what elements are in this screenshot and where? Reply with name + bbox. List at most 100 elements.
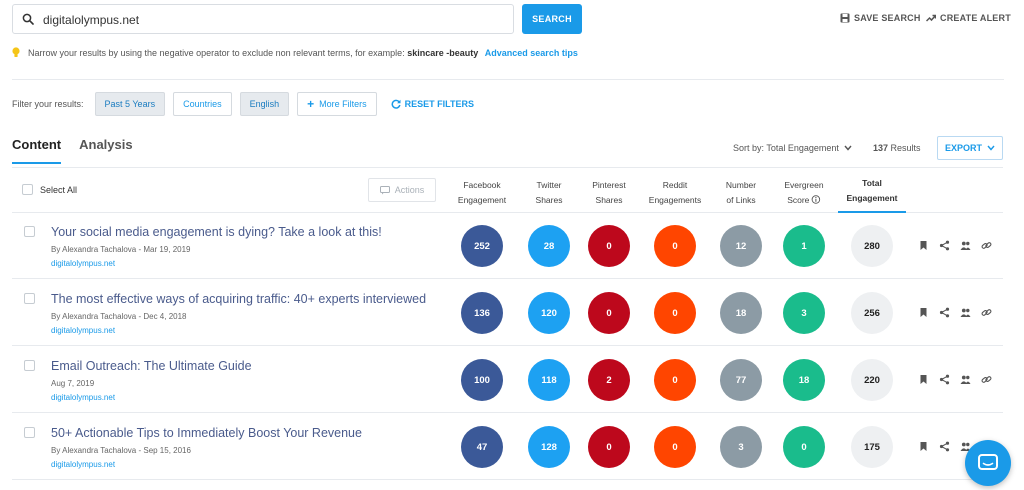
article-title-link[interactable]: Your social media engagement is dying? T… xyxy=(51,225,382,239)
plus-icon: + xyxy=(307,97,315,111)
article-domain-link[interactable]: digitalolympus.net xyxy=(51,259,115,268)
col-reddit-l2: Engagements xyxy=(648,195,702,205)
pinterest-value-bubble: 0 xyxy=(588,225,630,267)
pinterest-value-bubble: 2 xyxy=(588,359,630,401)
export-button[interactable]: EXPORT xyxy=(937,136,1003,160)
links-value-bubble[interactable]: 3 xyxy=(720,426,762,468)
results-label: Results xyxy=(890,143,921,153)
sort-dropdown[interactable]: Sort by: Total Engagement xyxy=(733,143,852,153)
row-checkbox[interactable] xyxy=(24,226,35,237)
create-alert-label: CREATE ALERT xyxy=(940,13,1011,23)
bookmark-icon[interactable] xyxy=(918,441,929,452)
actions-button[interactable]: Actions xyxy=(368,178,436,202)
search-input[interactable] xyxy=(43,11,503,29)
reset-filters-label: RESET FILTERS xyxy=(404,99,475,109)
results-count: 137 Results xyxy=(873,143,921,153)
column-facebook[interactable]: Facebook Engagement xyxy=(458,178,506,208)
share-icon[interactable] xyxy=(939,374,950,385)
article-domain-link[interactable]: digitalolympus.net xyxy=(51,460,115,469)
total-value-bubble: 280 xyxy=(851,225,893,267)
link-icon[interactable] xyxy=(981,374,992,385)
bookmark-icon[interactable] xyxy=(918,240,929,251)
row-checkbox[interactable] xyxy=(24,293,35,304)
column-links[interactable]: Number of Links xyxy=(726,178,756,208)
tab-analysis[interactable]: Analysis xyxy=(79,137,132,164)
column-total[interactable]: Total Engagement xyxy=(846,176,897,206)
tab-content[interactable]: Content xyxy=(12,137,62,164)
filter-bar: Filter your results: Past 5 Years Countr… xyxy=(12,92,474,116)
col-reddit-l1: Reddit xyxy=(662,180,688,190)
create-alert-button[interactable]: CREATE ALERT xyxy=(926,13,1011,23)
column-twitter[interactable]: Twitter Shares xyxy=(536,178,563,208)
chat-button[interactable] xyxy=(965,440,1011,486)
article-domain-link[interactable]: digitalolympus.net xyxy=(51,326,115,335)
advanced-search-tips-link[interactable]: Advanced search tips xyxy=(485,48,578,58)
tab-bar: Content Analysis xyxy=(12,137,133,164)
info-icon[interactable] xyxy=(812,195,821,204)
share-icon[interactable] xyxy=(939,441,950,452)
share-icon[interactable] xyxy=(939,240,950,251)
column-reddit[interactable]: Reddit Engagements xyxy=(649,178,701,208)
search-box[interactable] xyxy=(12,4,514,34)
evergreen-value-bubble: 0 xyxy=(783,426,825,468)
links-value-bubble[interactable]: 77 xyxy=(720,359,762,401)
facebook-value-bubble: 100 xyxy=(461,359,503,401)
users-icon[interactable] xyxy=(960,240,971,251)
article-title-link[interactable]: The most effective ways of acquiring tra… xyxy=(51,292,426,306)
links-value-bubble[interactable]: 18 xyxy=(720,292,762,334)
more-filters-button[interactable]: + More Filters xyxy=(297,92,377,116)
divider xyxy=(12,79,1004,80)
search-button[interactable]: SEARCH xyxy=(522,4,582,34)
column-pinterest[interactable]: Pinterest Shares xyxy=(592,178,626,208)
col-twitter-l2: Shares xyxy=(535,195,563,205)
save-search-button[interactable]: SAVE SEARCH xyxy=(840,13,921,23)
select-all-label: Select All xyxy=(40,185,78,195)
filter-label: Filter your results: xyxy=(12,99,84,109)
tip-example: skincare -beauty xyxy=(407,47,479,58)
article-domain-link[interactable]: digitalolympus.net xyxy=(51,393,115,402)
links-value-bubble[interactable]: 12 xyxy=(720,225,762,267)
table-row: The most effective ways of acquiring tra… xyxy=(12,280,1003,346)
col-links-l2: of Links xyxy=(726,195,756,205)
reddit-value-bubble: 0 xyxy=(654,292,696,334)
row-actions xyxy=(918,307,992,318)
evergreen-value-bubble: 18 xyxy=(783,359,825,401)
reddit-value-bubble: 0 xyxy=(654,225,696,267)
col-evergreen-l1: Evergreen xyxy=(784,180,824,190)
more-filters-label: More Filters xyxy=(319,99,367,109)
bookmark-icon[interactable] xyxy=(918,374,929,385)
facebook-value-bubble: 47 xyxy=(461,426,503,468)
table-row: 50+ Actionable Tips to Immediately Boost… xyxy=(12,414,1003,480)
col-links-l1: Number xyxy=(725,180,757,190)
users-icon[interactable] xyxy=(960,374,971,385)
export-label: EXPORT xyxy=(944,143,982,153)
article-title-link[interactable]: Email Outreach: The Ultimate Guide xyxy=(51,359,252,373)
reddit-value-bubble: 0 xyxy=(654,426,696,468)
users-icon[interactable] xyxy=(960,307,971,318)
col-total-l2: Engagement xyxy=(846,193,898,203)
facebook-value-bubble: 136 xyxy=(461,292,503,334)
actions-label: Actions xyxy=(394,185,425,195)
share-icon[interactable] xyxy=(939,307,950,318)
row-actions xyxy=(918,374,992,385)
article-title-link[interactable]: 50+ Actionable Tips to Immediately Boost… xyxy=(51,426,362,440)
row-checkbox[interactable] xyxy=(24,360,35,371)
link-icon[interactable] xyxy=(981,240,992,251)
link-icon[interactable] xyxy=(981,307,992,318)
column-evergreen[interactable]: Evergreen Score xyxy=(784,178,823,208)
evergreen-value-bubble: 3 xyxy=(783,292,825,334)
select-all-checkbox[interactable] xyxy=(22,184,33,195)
search-tip: Narrow your results by using the negativ… xyxy=(12,47,578,58)
chat-icon xyxy=(978,454,998,470)
article-meta: By Alexandra Tachalova - Sep 15, 2016 xyxy=(51,446,191,455)
col-twitter-l1: Twitter xyxy=(536,180,562,190)
evergreen-value-bubble: 1 xyxy=(783,225,825,267)
filter-past-5-years[interactable]: Past 5 Years xyxy=(94,92,166,116)
row-checkbox[interactable] xyxy=(24,427,35,438)
tip-text: Narrow your results by using the negativ… xyxy=(28,47,405,58)
filter-english[interactable]: English xyxy=(239,92,290,116)
reset-filters-button[interactable]: RESET FILTERS xyxy=(391,99,474,109)
filter-countries[interactable]: Countries xyxy=(173,92,232,116)
reddit-value-bubble: 0 xyxy=(654,359,696,401)
bookmark-icon[interactable] xyxy=(918,307,929,318)
